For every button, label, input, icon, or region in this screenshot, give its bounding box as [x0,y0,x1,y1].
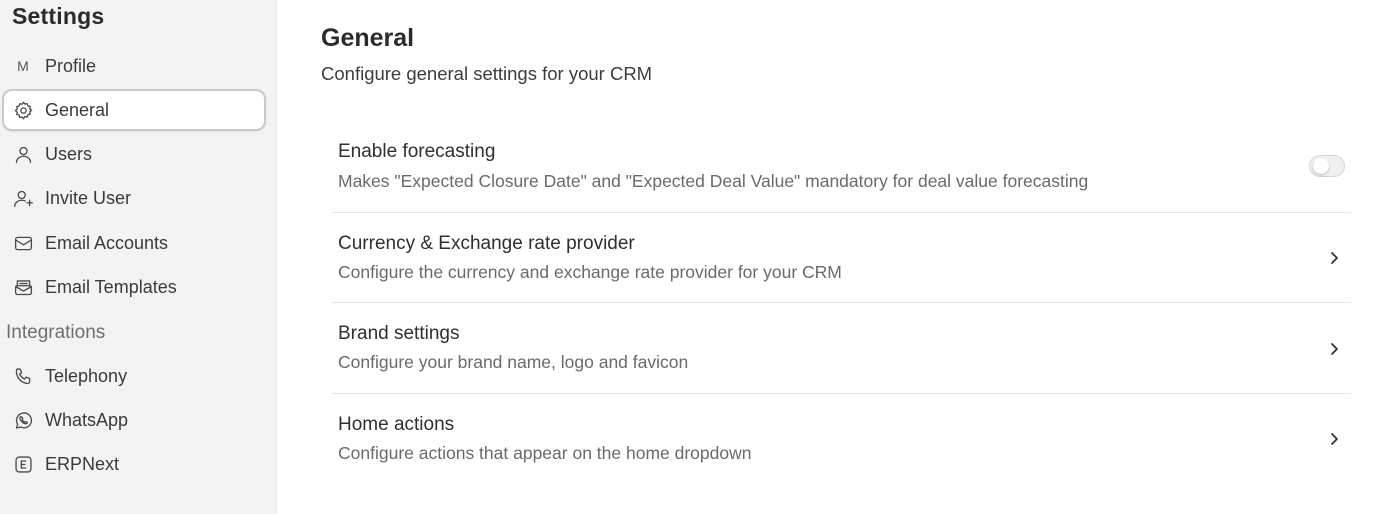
setting-description: Configure the currency and exchange rate… [338,262,842,282]
sidebar-item-telephony[interactable]: Telephony [2,356,266,396]
setting-description: Configure actions that appear on the hom… [338,443,752,463]
integrations-heading: Integrations [6,322,106,343]
sidebar-item-general[interactable]: General [2,89,266,131]
setting-description: Makes "Expected Closure Date" and "Expec… [338,171,1089,191]
general-settings-panel: General Configure general settings for y… [277,0,1380,514]
setting-title: Currency & Exchange rate provider [338,233,635,254]
sidebar-item-label: Users [45,143,93,164]
avatar-letter: M [17,58,29,74]
sidebar-item-email-accounts[interactable]: Email Accounts [2,223,266,263]
setting-title: Home actions [338,414,455,435]
setting-title: Enable forecasting [338,141,496,162]
toggle-knob [1313,158,1329,174]
settings-window: Settings M Profile General Users Invite … [0,0,1380,514]
sidebar-item-label: General [45,99,110,120]
chevron-right-icon[interactable] [1327,432,1341,446]
sidebar-item-whatsapp[interactable]: WhatsApp [2,400,266,440]
user-icon [12,143,34,165]
forecasting-toggle[interactable] [1309,155,1345,177]
sidebar-item-label: Email Accounts [45,232,169,253]
setting-enable-forecasting: Enable forecasting Makes "Expected Closu… [332,122,1351,212]
erpnext-icon [12,453,34,475]
sidebar-item-label: ERPNext [45,453,120,474]
sidebar-item-users[interactable]: Users [2,134,266,174]
user-plus-icon [12,187,34,209]
setting-home-actions[interactable]: Home actions Configure actions that appe… [332,393,1351,483]
phone-icon [12,365,34,387]
sidebar-item-erpnext[interactable]: ERPNext [2,444,266,484]
setting-currency-exchange[interactable]: Currency & Exchange rate provider Config… [332,212,1351,302]
mail-icon [12,232,34,254]
sidebar-title: Settings [12,3,105,29]
sidebar-item-label: Profile [45,55,97,76]
setting-title: Brand settings [338,323,460,344]
mail-template-icon [12,276,34,298]
sidebar-item-label: Telephony [45,365,128,386]
sidebar-item-email-templates[interactable]: Email Templates [2,267,266,307]
whatsapp-icon [12,409,34,431]
chevron-right-icon[interactable] [1327,342,1341,356]
page-subtitle: Configure general settings for your CRM [321,63,653,84]
settings-sidebar: Settings M Profile General Users Invite … [0,0,277,514]
sidebar-item-profile[interactable]: M Profile [2,46,266,86]
setting-brand-settings[interactable]: Brand settings Configure your brand name… [332,302,1351,392]
sidebar-item-label: Invite User [45,187,132,208]
sidebar-item-label: WhatsApp [45,409,129,430]
page-title: General [321,24,415,52]
sidebar-item-invite-user[interactable]: Invite User [2,178,266,218]
chevron-right-icon[interactable] [1327,251,1341,265]
gear-icon [12,99,34,121]
setting-description: Configure your brand name, logo and favi… [338,352,689,372]
sidebar-item-label: Email Templates [45,276,177,297]
avatar: M [12,55,34,77]
